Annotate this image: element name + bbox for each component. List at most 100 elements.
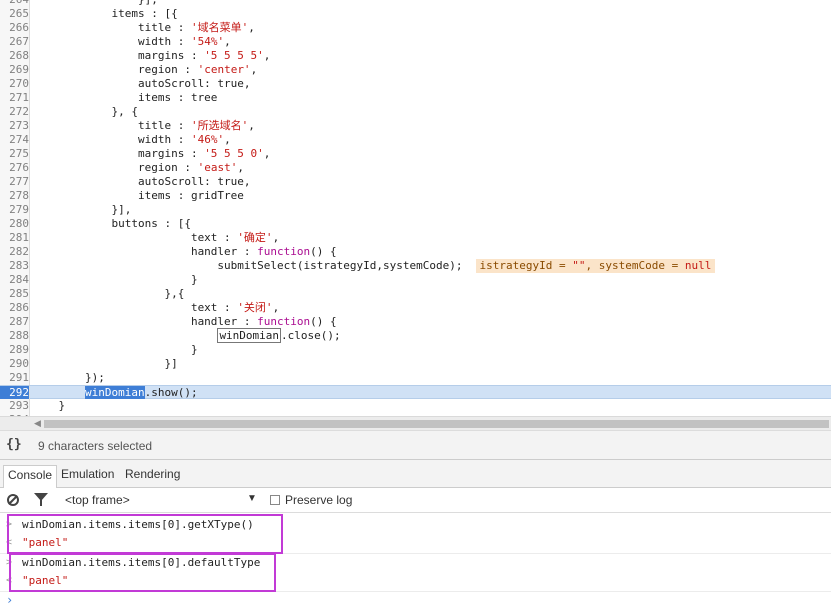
code-line[interactable]: 282 handler : function() { [0, 245, 831, 259]
code-text: text : '确定', [32, 231, 280, 244]
frame-select[interactable]: <top frame> [65, 493, 130, 508]
line-number[interactable]: 283 [0, 259, 30, 273]
code-text: winDomian.show(); [84, 386, 198, 399]
selected-token: winDomian [84, 386, 145, 399]
preserve-log-checkbox[interactable] [270, 495, 280, 505]
annotation-highlight-box [9, 553, 276, 592]
code-line[interactable]: 281 text : '确定', [0, 231, 831, 245]
line-number[interactable]: 287 [0, 315, 30, 329]
code-line[interactable]: 293 } [0, 399, 831, 413]
code-text: }], [32, 203, 132, 216]
line-number[interactable]: 275 [0, 147, 30, 161]
code-line[interactable]: 291 }); [0, 371, 831, 385]
code-text: margins : '5 5 5 5', [32, 49, 271, 62]
code-text: autoScroll: true, [32, 77, 251, 90]
code-editor[interactable]: 264 }],265 items : [{266 title : '域名菜单',… [0, 0, 831, 419]
frame-select-caret-icon[interactable]: ▼ [247, 493, 257, 504]
pretty-print-icon[interactable]: {} [6, 437, 22, 453]
line-number[interactable]: 274 [0, 133, 30, 147]
line-number[interactable]: 276 [0, 161, 30, 175]
code-line[interactable]: 268 margins : '5 5 5 5', [0, 49, 831, 63]
code-line[interactable]: 274 width : '46%', [0, 133, 831, 147]
code-line[interactable]: 273 title : '所选域名', [0, 119, 831, 133]
line-number[interactable]: 282 [0, 245, 30, 259]
code-text: autoScroll: true, [32, 175, 251, 188]
line-number[interactable]: 278 [0, 189, 30, 203]
code-line[interactable]: 275 margins : '5 5 5 0', [0, 147, 831, 161]
drawer-tabs: Console Emulation Rendering [0, 460, 831, 489]
filter-icon[interactable] [34, 493, 48, 506]
code-line[interactable]: 266 title : '域名菜单', [0, 21, 831, 35]
line-number[interactable]: 268 [0, 49, 30, 63]
code-line[interactable]: 286 text : '关闭', [0, 301, 831, 315]
line-number[interactable]: 264 [0, 0, 30, 7]
preserve-log-label: Preserve log [285, 493, 353, 507]
clear-console-icon[interactable] [7, 494, 19, 506]
line-number[interactable]: 266 [0, 21, 30, 35]
line-number[interactable]: 291 [0, 371, 30, 385]
code-text: buttons : [{ [32, 217, 191, 230]
code-text: items : [{ [32, 7, 178, 20]
code-line[interactable]: 269 region : 'center', [0, 63, 831, 77]
code-line[interactable]: 289 } [0, 343, 831, 357]
scroll-left-arrow-icon[interactable]: ◀ [34, 418, 41, 429]
code-line[interactable]: 278 items : gridTree [0, 189, 831, 203]
line-number[interactable]: 271 [0, 91, 30, 105]
code-text: submitSelect(istrategyId,systemCode); [32, 259, 463, 272]
line-number[interactable]: 269 [0, 63, 30, 77]
line-number[interactable]: 281 [0, 231, 30, 245]
line-number[interactable]: 270 [0, 77, 30, 91]
line-number[interactable]: 288 [0, 329, 30, 343]
code-line[interactable]: 280 buttons : [{ [0, 217, 831, 231]
line-number[interactable]: 284 [0, 273, 30, 287]
inline-variable-values: istrategyId = "", systemCode = null [475, 259, 716, 273]
code-text: winDomian .close(); [217, 328, 341, 343]
line-number[interactable]: 280 [0, 217, 30, 231]
line-number[interactable]: 290 [0, 357, 30, 371]
code-text: } [32, 343, 198, 356]
code-text: handler : function() { [32, 315, 337, 328]
code-line[interactable]: 271 items : tree [0, 91, 831, 105]
scrollbar-thumb[interactable] [44, 420, 829, 428]
code-text: } [32, 273, 198, 286]
line-number[interactable]: 279 [0, 203, 30, 217]
line-number[interactable]: 277 [0, 175, 30, 189]
line-number[interactable]: 286 [0, 301, 30, 315]
line-number[interactable]: 273 [0, 119, 30, 133]
code-line[interactable]: 264 }], [0, 0, 831, 7]
line-number[interactable]: 293 [0, 399, 30, 413]
code-line[interactable]: 267 width : '54%', [0, 35, 831, 49]
annotation-highlight-box [7, 514, 283, 554]
line-number[interactable]: 267 [0, 35, 30, 49]
console-toolbar: <top frame> ▼ Preserve log [0, 488, 831, 513]
line-number[interactable]: 289 [0, 343, 30, 357]
code-text: text : '关闭', [32, 301, 280, 314]
code-text: title : '域名菜单', [32, 21, 255, 34]
hover-token: winDomian [217, 328, 282, 343]
code-line[interactable]: 283 submitSelect(istrategyId,systemCode)… [0, 259, 831, 273]
code-line[interactable]: 285 },{ [0, 287, 831, 301]
code-line[interactable]: 292 winDomian.show(); [0, 385, 831, 400]
code-line[interactable]: 288 winDomian .close(); [0, 328, 831, 343]
line-number[interactable]: 292 [0, 386, 30, 400]
code-line[interactable]: 284 } [0, 273, 831, 287]
code-line[interactable]: 279 }], [0, 203, 831, 217]
code-line[interactable]: 270 autoScroll: true, [0, 77, 831, 91]
line-number[interactable]: 265 [0, 7, 30, 21]
horizontal-scrollbar[interactable]: ◀ [0, 416, 831, 430]
code-line[interactable]: 290 }] [0, 357, 831, 371]
console-input-prompt-icon[interactable]: › [6, 593, 13, 607]
tab-console[interactable]: Console [3, 465, 58, 489]
code-line[interactable]: 272 }, { [0, 105, 831, 119]
code-line[interactable]: 287 handler : function() { [0, 315, 831, 329]
code-text: } [32, 399, 66, 412]
tab-emulation[interactable]: Emulation [57, 465, 118, 487]
code-line[interactable]: 265 items : [{ [0, 7, 831, 21]
selection-count: 9 characters selected [38, 439, 153, 453]
code-line[interactable]: 276 region : 'east', [0, 161, 831, 175]
code-text: region : 'east', [32, 161, 244, 174]
line-number[interactable]: 285 [0, 287, 30, 301]
code-line[interactable]: 277 autoScroll: true, [0, 175, 831, 189]
tab-rendering[interactable]: Rendering [121, 465, 184, 487]
line-number[interactable]: 272 [0, 105, 30, 119]
